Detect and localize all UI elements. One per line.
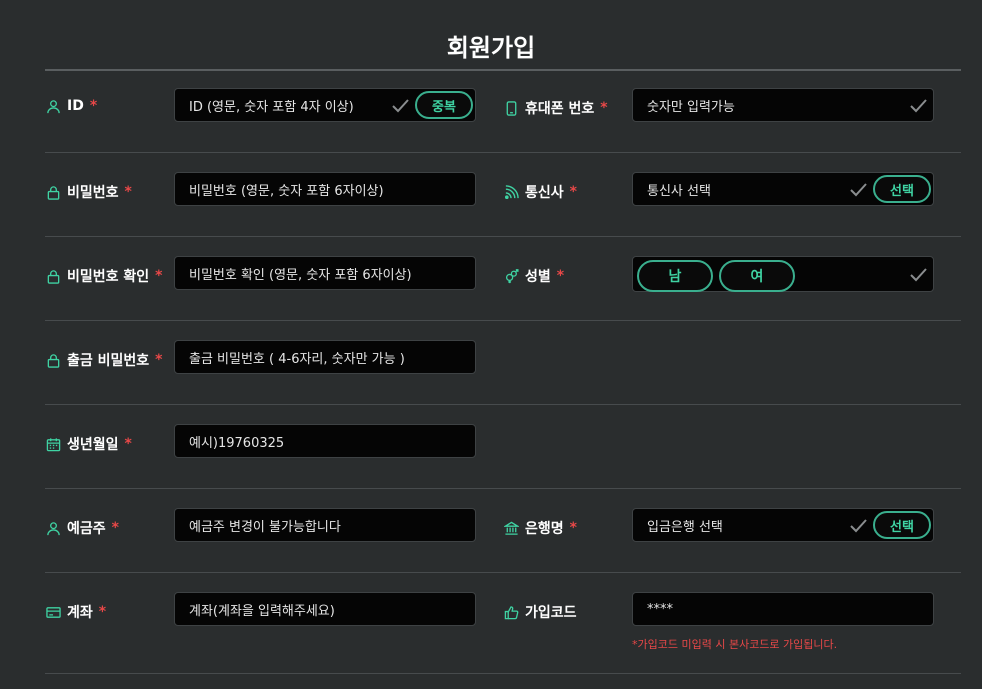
password-confirm-label: 비밀번호 확인 * xyxy=(45,266,162,286)
birthdate-input[interactable]: 예시)19760325 xyxy=(174,424,476,458)
bank-label: 은행명 * xyxy=(503,518,577,538)
credit-card-icon xyxy=(45,604,61,620)
password-confirm-input[interactable]: 비밀번호 확인 (영문, 숫자 포함 6자이상) xyxy=(174,256,476,290)
withdraw-password-input[interactable]: 출금 비밀번호 ( 4-6자리, 숫자만 가능 ) xyxy=(174,340,476,374)
bank-icon xyxy=(503,520,519,536)
row-divider xyxy=(45,152,961,153)
title-divider xyxy=(45,69,961,71)
check-icon xyxy=(909,266,927,282)
phone-input[interactable]: 숫자만 입력가능 xyxy=(632,88,934,122)
gender-female-button[interactable]: 여 xyxy=(719,260,795,292)
row-divider xyxy=(45,236,961,237)
account-input[interactable]: 계좌(계좌을 입력해주세요) xyxy=(174,592,476,626)
account-label: 계좌 * xyxy=(45,602,106,622)
signal-icon xyxy=(503,184,519,200)
calendar-icon xyxy=(45,436,61,452)
withdraw-password-label: 출금 비밀번호 * xyxy=(45,350,162,370)
gender-male-button[interactable]: 남 xyxy=(637,260,713,292)
thumbs-up-icon xyxy=(503,604,519,620)
row-divider xyxy=(45,572,961,573)
password-input[interactable]: 비밀번호 (영문, 숫자 포함 6자이상) xyxy=(174,172,476,206)
row-divider xyxy=(45,404,961,405)
signup-code-note: *가입코드 미입력 시 본사코드로 가입됩니다. xyxy=(632,638,838,651)
phone-label: 휴대폰 번호 * xyxy=(503,98,608,118)
row-divider xyxy=(45,673,961,674)
signup-code-label: 가입코드 xyxy=(503,602,577,622)
user-icon xyxy=(45,520,61,536)
check-icon xyxy=(849,517,867,533)
user-icon xyxy=(45,98,61,114)
check-icon xyxy=(391,97,409,113)
lock-icon xyxy=(45,268,61,284)
lock-icon xyxy=(45,184,61,200)
signup-code-input[interactable]: **** xyxy=(632,592,934,626)
gender-select[interactable]: 남 여 xyxy=(632,256,934,292)
id-input[interactable]: ID (영문, 숫자 포함 4자 이상) 중복 xyxy=(174,88,476,122)
bank-select[interactable]: 입금은행 선택 선택 xyxy=(632,508,934,542)
carrier-label: 통신사 * xyxy=(503,182,577,202)
check-icon xyxy=(849,181,867,197)
page-title: 회원가입 xyxy=(446,34,536,62)
gender-icon xyxy=(503,268,519,284)
id-label: ID * xyxy=(45,98,97,114)
row-divider xyxy=(45,320,961,321)
lock-icon xyxy=(45,352,61,368)
phone-icon xyxy=(503,100,519,116)
gender-label: 성별 * xyxy=(503,266,564,286)
birthdate-label: 생년월일 * xyxy=(45,434,132,454)
depositor-input[interactable]: 예금주 변경이 불가능합니다 xyxy=(174,508,476,542)
duplicate-check-button[interactable]: 중복 xyxy=(415,91,473,119)
row-divider xyxy=(45,488,961,489)
password-label: 비밀번호 * xyxy=(45,182,132,202)
carrier-select[interactable]: 통신사 선택 선택 xyxy=(632,172,934,206)
check-icon xyxy=(909,97,927,113)
depositor-label: 예금주 * xyxy=(45,518,119,538)
carrier-select-button[interactable]: 선택 xyxy=(873,175,931,203)
bank-select-button[interactable]: 선택 xyxy=(873,511,931,539)
